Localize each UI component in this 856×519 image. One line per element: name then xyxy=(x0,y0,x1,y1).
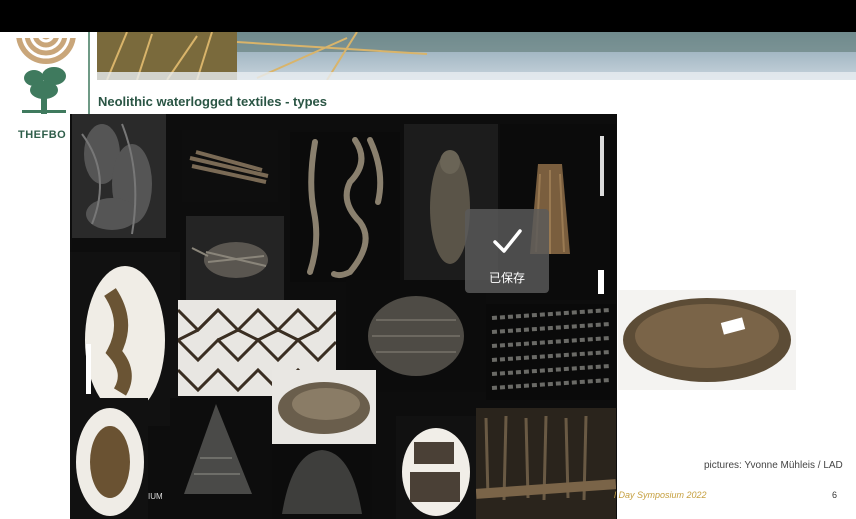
thefbo-logo xyxy=(14,32,78,140)
small-textile-photo xyxy=(70,398,148,519)
toast-label: 已保存 xyxy=(488,271,525,285)
checkmark-icon xyxy=(491,225,523,257)
scale-label: IUM xyxy=(148,492,163,501)
cone-hat-photo xyxy=(170,398,264,519)
fiber-bundle-photo xyxy=(182,130,278,202)
knotted-bundle-photo xyxy=(186,216,284,300)
woven-mat-photo xyxy=(486,304,616,400)
logo-text: THEFBO xyxy=(18,129,67,141)
textile-shoe-photo xyxy=(272,370,376,444)
woven-hood-photo xyxy=(272,444,372,519)
cords-photo xyxy=(290,132,400,282)
presentation-slide: THEFBO Neolithic waterlogged textiles - … xyxy=(0,32,856,519)
footer-event-text: l Day Symposium 2022 xyxy=(614,490,707,500)
banner-image xyxy=(97,32,856,80)
saved-toast: 已保存 xyxy=(465,209,549,293)
photo-credit: pictures: Yvonne Mühleis / LAD xyxy=(704,460,843,471)
top-black-bar xyxy=(0,0,856,32)
basket-bowl-photo xyxy=(618,290,796,390)
fringed-textile-photo xyxy=(476,408,616,519)
slide-title: Neolithic waterlogged textiles - types xyxy=(98,94,327,109)
page-number: 6 xyxy=(832,490,838,500)
textile-pieces-photo xyxy=(396,416,476,519)
textile-fragment-photo xyxy=(72,114,166,238)
